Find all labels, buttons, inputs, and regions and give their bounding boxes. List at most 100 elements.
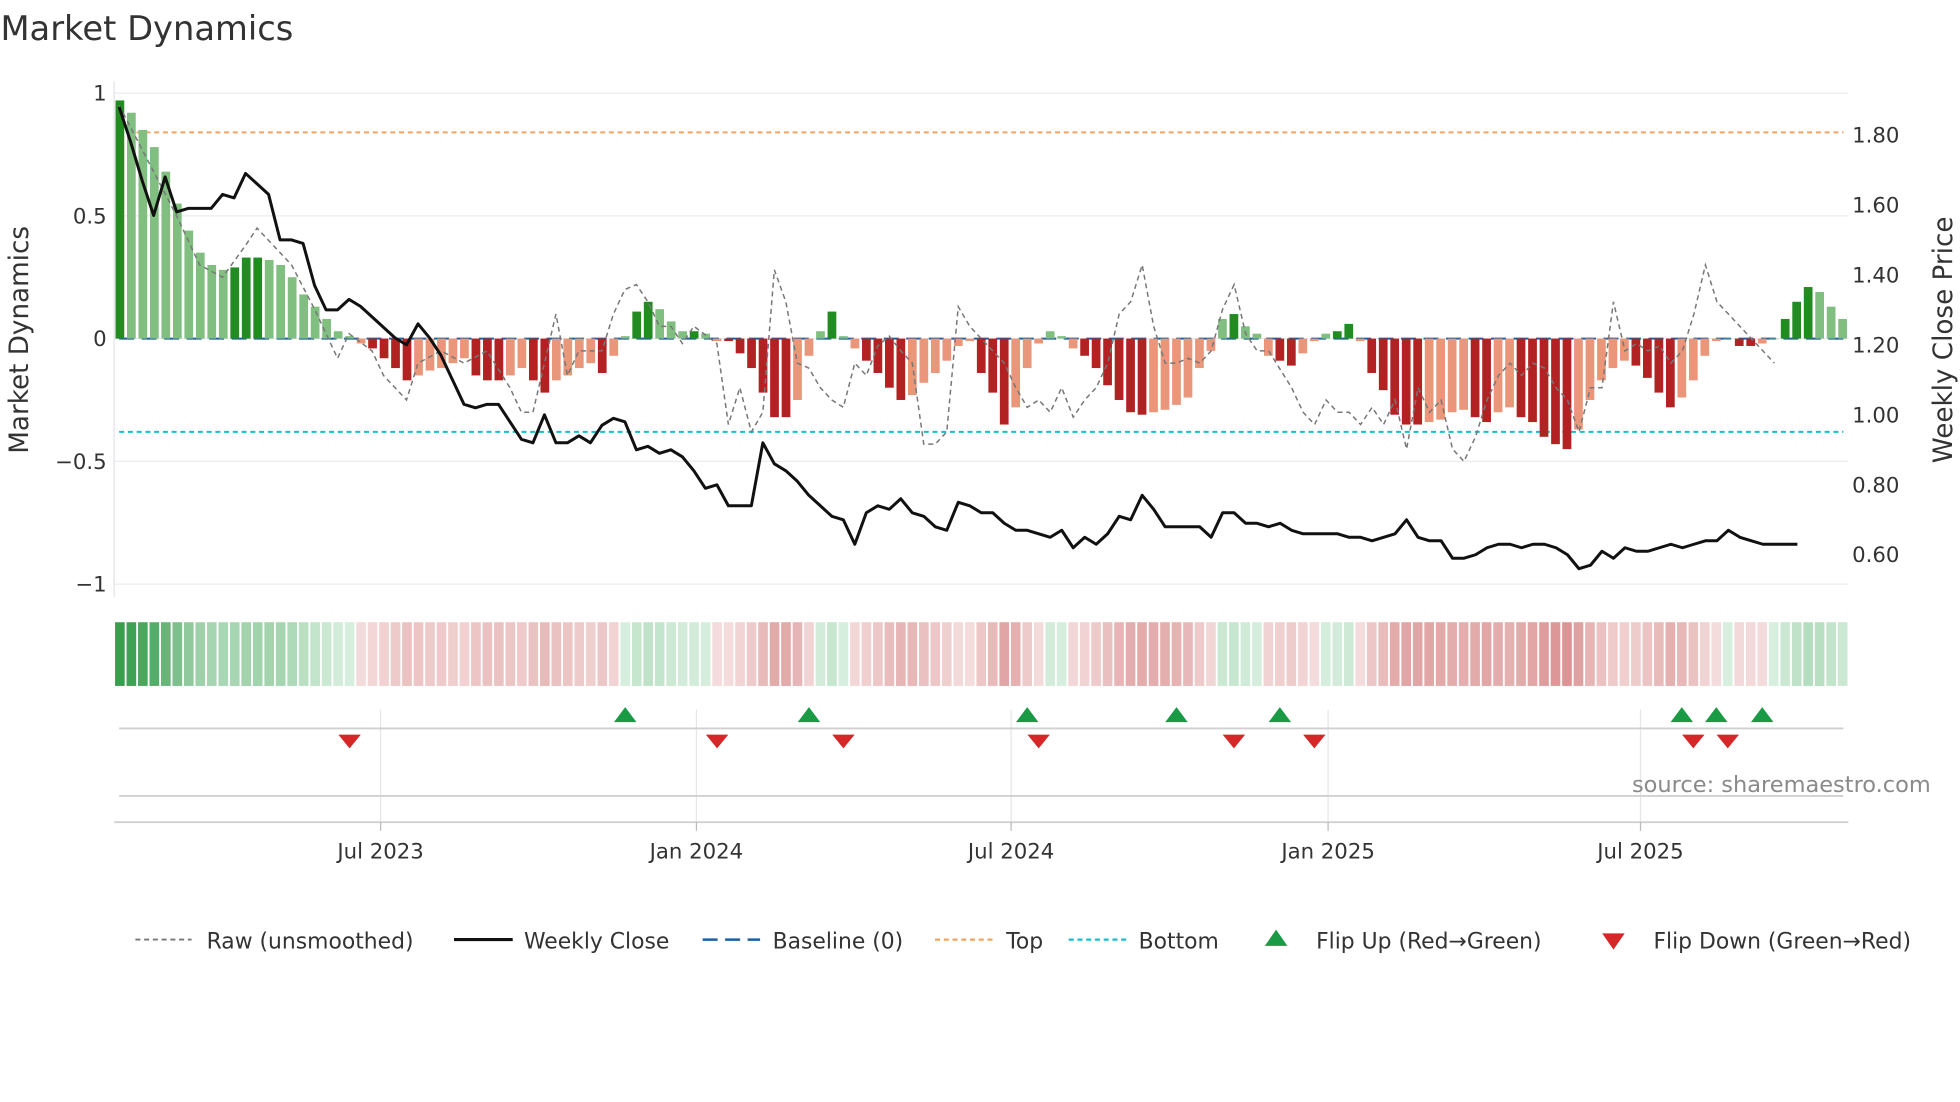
dynamics-bar	[1218, 318, 1227, 339]
regime-cell	[964, 622, 975, 686]
regime-cell	[367, 622, 378, 686]
right-tick-label: 1.20	[1852, 333, 1899, 358]
regime-cell	[896, 622, 906, 686]
dynamics-bar	[218, 269, 228, 339]
regime-cell	[735, 622, 745, 686]
dynamics-bar	[609, 338, 619, 356]
flip-up-marker	[1750, 707, 1774, 723]
dynamics-bar	[448, 338, 458, 364]
regime-cell	[379, 622, 389, 686]
dynamics-bar	[919, 338, 929, 383]
raw-line	[118, 105, 1775, 463]
regime-cell	[700, 622, 711, 686]
regime-cell	[1665, 622, 1676, 686]
regime-cell	[1688, 622, 1699, 686]
regime-cell	[494, 622, 504, 686]
regime-cell	[1826, 622, 1836, 686]
dynamics-bar	[230, 267, 240, 339]
dynamics-bar	[930, 338, 940, 373]
flip-up-icon	[1264, 929, 1288, 946]
regime-cell	[1470, 622, 1480, 686]
legend-bottom: Bottom	[1139, 929, 1219, 954]
regime-cell	[1458, 622, 1469, 686]
dynamics-bar	[1574, 338, 1583, 430]
regime-cell	[459, 622, 470, 686]
dynamics-bar	[540, 338, 550, 393]
chart-title: Market Dynamics	[0, 9, 293, 48]
dynamics-bar	[839, 336, 848, 339]
regime-cell	[275, 622, 286, 686]
right-tick-label: 1.80	[1852, 123, 1899, 148]
dynamics-bar	[574, 338, 584, 369]
dynamics-bars	[115, 100, 1847, 450]
regime-cell	[333, 622, 343, 686]
dynamics-bar	[862, 338, 871, 361]
regime-cell	[471, 622, 481, 686]
dynamics-bar	[1665, 338, 1675, 408]
regime-cell	[1056, 622, 1067, 686]
regime-cell	[585, 622, 596, 686]
dynamics-bar	[1080, 338, 1089, 356]
legend-close: Weekly Close	[524, 929, 669, 954]
regime-cell	[1378, 622, 1389, 686]
regime-cell	[1711, 622, 1722, 686]
regime-cell	[1734, 622, 1745, 686]
regime-cell	[161, 622, 171, 686]
regime-cell	[138, 622, 148, 686]
regime-cell	[1068, 622, 1078, 686]
flip-down-icon	[1602, 933, 1625, 950]
regime-cell	[861, 622, 872, 686]
regime-cell	[321, 622, 332, 686]
regime-cell	[1125, 622, 1136, 686]
regime-cell	[517, 622, 527, 686]
dynamics-bar	[735, 338, 745, 354]
dynamics-bar	[1608, 338, 1618, 369]
regime-cell	[1608, 622, 1618, 686]
regime-cell	[1699, 622, 1710, 686]
regime-cell	[1745, 622, 1756, 686]
regime-cell	[1114, 622, 1124, 686]
regime-cell	[1780, 622, 1791, 686]
right-tick-label: 1.40	[1852, 263, 1899, 288]
regime-cell	[448, 622, 458, 686]
dynamics-bar	[253, 257, 263, 339]
regime-cell	[1366, 622, 1377, 686]
flip-up-marker	[797, 707, 821, 723]
dynamics-bar	[747, 338, 756, 369]
regime-cell	[1355, 622, 1366, 686]
regime-cell	[712, 622, 722, 686]
dynamics-bar	[597, 338, 607, 373]
regime-cell	[1573, 622, 1584, 686]
regime-cell	[1010, 622, 1021, 686]
regime-cell	[1160, 622, 1170, 686]
regime-cell	[252, 622, 263, 686]
regime-cell	[413, 622, 424, 686]
dynamics-bar	[138, 129, 148, 339]
dynamics-bar	[1252, 333, 1262, 339]
dynamics-bar	[1539, 338, 1549, 437]
dynamics-bar	[712, 338, 722, 342]
dynamics-bar	[1470, 338, 1480, 418]
flip-up-marker	[1268, 707, 1292, 723]
dynamics-bar	[666, 321, 676, 339]
regime-cell	[1171, 622, 1182, 686]
regime-cell	[1504, 622, 1515, 686]
dynamics-bar	[276, 264, 286, 339]
dynamics-bar	[207, 264, 217, 339]
regime-cell	[1320, 622, 1331, 686]
regime-cell	[1677, 622, 1687, 686]
dynamics-bar	[1103, 338, 1112, 386]
regime-cell	[344, 622, 355, 686]
dynamics-bar	[1401, 338, 1411, 425]
regime-cell	[436, 622, 447, 686]
dynamics-bar	[1321, 333, 1331, 339]
regime-cell	[781, 622, 791, 686]
regime-cell	[1309, 622, 1320, 686]
regime-cell	[1424, 622, 1434, 686]
flip-down-marker	[338, 734, 361, 749]
dynamics-bar	[724, 338, 733, 342]
right-tick-label: 1.00	[1852, 403, 1899, 428]
dynamics-bar	[1838, 318, 1847, 339]
dynamics-bar	[1034, 338, 1044, 344]
dynamics-bar	[379, 338, 389, 359]
